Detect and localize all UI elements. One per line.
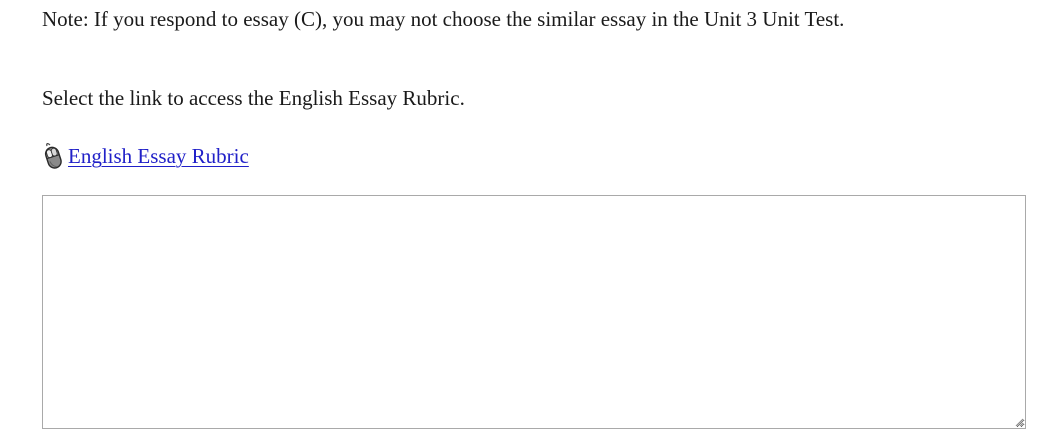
english-essay-rubric-link[interactable]: English Essay Rubric [68, 144, 249, 169]
instruction-text: Select the link to access the English Es… [42, 86, 465, 110]
essay-response-textarea[interactable] [42, 195, 1026, 429]
essay-instructions: Note: If you respond to essay (C), you m… [42, 7, 922, 169]
rubric-link-row[interactable]: English Essay Rubric [42, 141, 249, 171]
note-text: Note: If you respond to essay (C), you m… [42, 7, 845, 31]
computer-mouse-icon [42, 141, 66, 171]
